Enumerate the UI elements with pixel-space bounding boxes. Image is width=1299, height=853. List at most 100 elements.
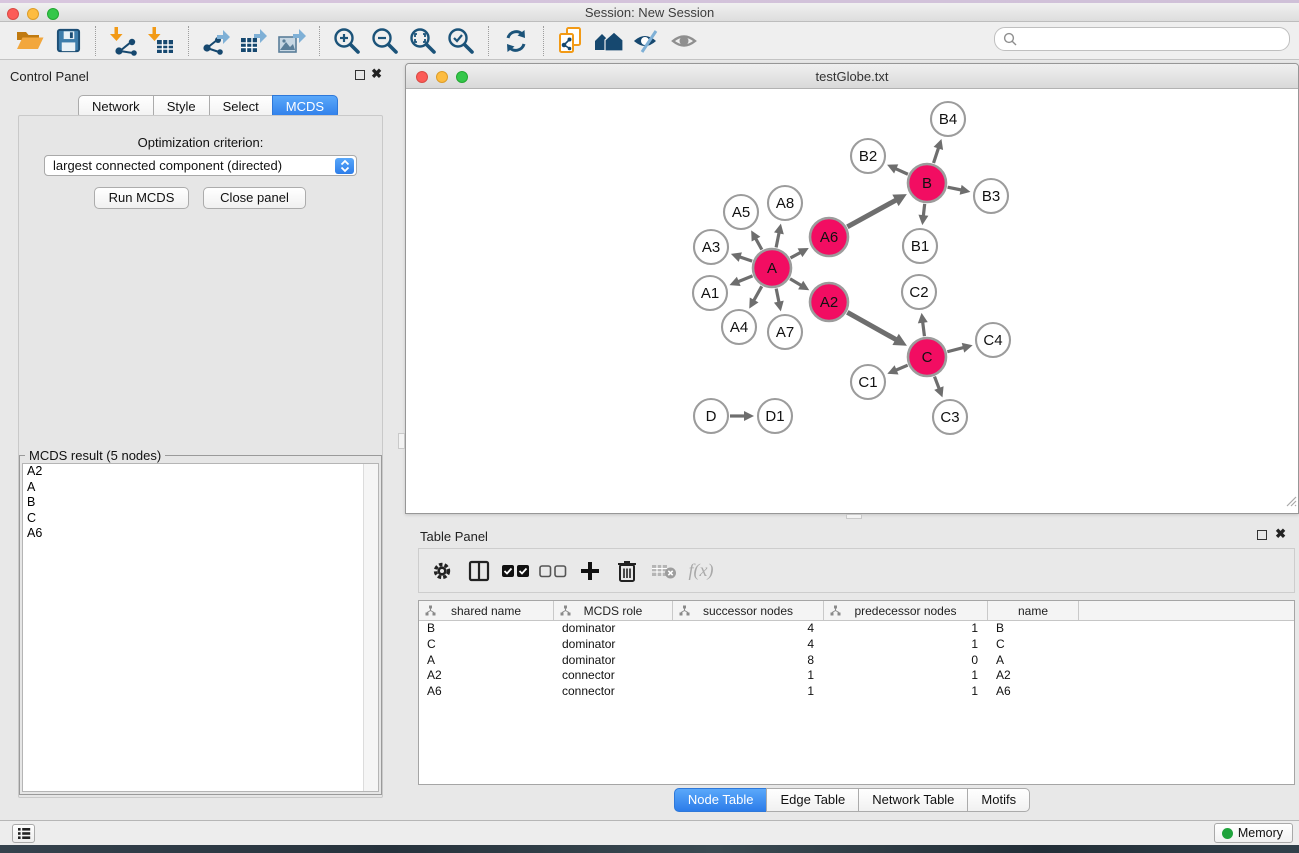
export-network-icon[interactable]: [197, 25, 235, 57]
result-item-a6[interactable]: A6: [23, 526, 378, 542]
column-header-shared-name[interactable]: shared name: [419, 601, 554, 620]
edge-B-B1[interactable]: [923, 204, 924, 217]
export-table-icon[interactable]: [235, 25, 273, 57]
open-session-icon[interactable]: [11, 25, 49, 57]
cell-predecessor-nodes[interactable]: 1: [824, 668, 988, 684]
tab-node-table[interactable]: Node Table: [674, 788, 768, 812]
task-history-button[interactable]: [12, 824, 35, 843]
cell-name[interactable]: C: [988, 637, 1079, 653]
cell-mcds-role[interactable]: connector: [554, 668, 673, 684]
clone-network-icon[interactable]: [552, 25, 590, 57]
column-header-name[interactable]: name: [988, 601, 1079, 620]
cell-predecessor-nodes[interactable]: 0: [824, 653, 988, 669]
result-scrollbar[interactable]: [363, 464, 378, 791]
edge-C-C2[interactable]: [923, 321, 925, 336]
cell-shared-name[interactable]: C: [419, 637, 554, 653]
split-divider-handle[interactable]: [846, 514, 862, 519]
edge-A6-B[interactable]: [847, 200, 896, 227]
search-input[interactable]: [994, 27, 1290, 51]
preview-eye-icon[interactable]: [666, 25, 704, 57]
import-network-icon[interactable]: [104, 25, 142, 57]
edge-C-C1[interactable]: [895, 365, 908, 370]
cell-successor-nodes[interactable]: 1: [673, 684, 824, 700]
function-builder-icon[interactable]: f(x): [686, 555, 716, 587]
result-item-b[interactable]: B: [23, 495, 378, 511]
cell-name[interactable]: A: [988, 653, 1079, 669]
zoom-out-icon[interactable]: [366, 25, 404, 57]
network-window-titlebar[interactable]: testGlobe.txt: [406, 64, 1298, 89]
first-neighbors-icon[interactable]: [590, 25, 628, 57]
table-settings-icon[interactable]: [427, 555, 457, 587]
cell-shared-name[interactable]: A6: [419, 684, 554, 700]
split-divider-handle[interactable]: [398, 433, 405, 449]
cell-name[interactable]: A2: [988, 668, 1079, 684]
table-row-c[interactable]: Cdominator41C: [419, 637, 1294, 653]
edge-C-C3[interactable]: [935, 377, 940, 390]
edge-A-A7[interactable]: [776, 289, 779, 304]
edge-A-A6[interactable]: [790, 252, 801, 258]
cell-mcds-role[interactable]: dominator: [554, 621, 673, 637]
tab-network-table[interactable]: Network Table: [858, 788, 968, 812]
show-columns-icon[interactable]: [464, 555, 494, 587]
edge-A-A3[interactable]: [739, 257, 752, 262]
cell-mcds-role[interactable]: dominator: [554, 653, 673, 669]
delete-column-icon[interactable]: [612, 555, 642, 587]
cell-predecessor-nodes[interactable]: 1: [824, 621, 988, 637]
zoom-fit-icon[interactable]: [404, 25, 442, 57]
export-image-icon[interactable]: [273, 25, 311, 57]
edge-A-A2[interactable]: [790, 279, 802, 286]
edge-A-A1[interactable]: [737, 276, 752, 282]
edge-A-A8[interactable]: [776, 232, 779, 247]
table-row-b[interactable]: Bdominator41B: [419, 621, 1294, 637]
cell-shared-name[interactable]: A2: [419, 668, 554, 684]
edge-A2-C[interactable]: [847, 312, 897, 340]
cell-successor-nodes[interactable]: 4: [673, 621, 824, 637]
zoom-in-icon[interactable]: [328, 25, 366, 57]
cell-successor-nodes[interactable]: 4: [673, 637, 824, 653]
zoom-selected-icon[interactable]: [442, 25, 480, 57]
refresh-view-icon[interactable]: [497, 25, 535, 57]
result-item-a[interactable]: A: [23, 480, 378, 496]
float-panel-icon[interactable]: [355, 70, 365, 80]
cell-mcds-role[interactable]: dominator: [554, 637, 673, 653]
cell-successor-nodes[interactable]: 8: [673, 653, 824, 669]
delete-table-icon[interactable]: [649, 555, 679, 587]
column-header-successor-nodes[interactable]: successor nodes: [673, 601, 824, 620]
tab-motifs[interactable]: Motifs: [967, 788, 1030, 812]
cell-name[interactable]: B: [988, 621, 1079, 637]
mcds-result-list[interactable]: A2ABCA6: [22, 463, 379, 792]
show-hide-graphics-icon[interactable]: [628, 25, 666, 57]
close-table-panel-icon[interactable]: ✖: [1275, 526, 1286, 542]
select-all-icon[interactable]: [501, 555, 531, 587]
resize-grip-icon[interactable]: [1284, 494, 1297, 512]
run-mcds-button[interactable]: Run MCDS: [94, 187, 189, 209]
close-panel-icon[interactable]: ✖: [371, 66, 382, 82]
tab-edge-table[interactable]: Edge Table: [766, 788, 859, 812]
memory-button[interactable]: Memory: [1214, 823, 1293, 843]
add-column-icon[interactable]: [575, 555, 605, 587]
save-session-icon[interactable]: [49, 25, 87, 57]
table-row-a2[interactable]: A2connector11A2: [419, 668, 1294, 684]
deselect-all-icon[interactable]: [538, 555, 568, 587]
cell-predecessor-nodes[interactable]: 1: [824, 637, 988, 653]
table-row-a6[interactable]: A6connector11A6: [419, 684, 1294, 700]
float-table-panel-icon[interactable]: [1257, 530, 1267, 540]
result-item-c[interactable]: C: [23, 511, 378, 527]
cell-name[interactable]: A6: [988, 684, 1079, 700]
edge-B-B3[interactable]: [948, 187, 963, 190]
cell-successor-nodes[interactable]: 1: [673, 668, 824, 684]
cell-predecessor-nodes[interactable]: 1: [824, 684, 988, 700]
edge-B-B2[interactable]: [895, 168, 908, 174]
column-header-predecessor-nodes[interactable]: predecessor nodes: [824, 601, 988, 620]
close-panel-button[interactable]: Close panel: [203, 187, 306, 209]
cell-shared-name[interactable]: A: [419, 653, 554, 669]
edge-A-A4[interactable]: [753, 286, 761, 301]
criterion-select[interactable]: largest connected component (directed): [44, 155, 357, 176]
column-header-mcds-role[interactable]: MCDS role: [554, 601, 673, 620]
edge-B-B4[interactable]: [934, 147, 939, 163]
table-row-a[interactable]: Adominator80A: [419, 653, 1294, 669]
cell-shared-name[interactable]: B: [419, 621, 554, 637]
edge-A-A5[interactable]: [755, 238, 762, 250]
network-canvas[interactable]: B4B2BB3A8A5A6B1A3AA1C2A2A4A7C4CC1C3DD1: [406, 89, 1298, 513]
result-item-a2[interactable]: A2: [23, 464, 378, 480]
